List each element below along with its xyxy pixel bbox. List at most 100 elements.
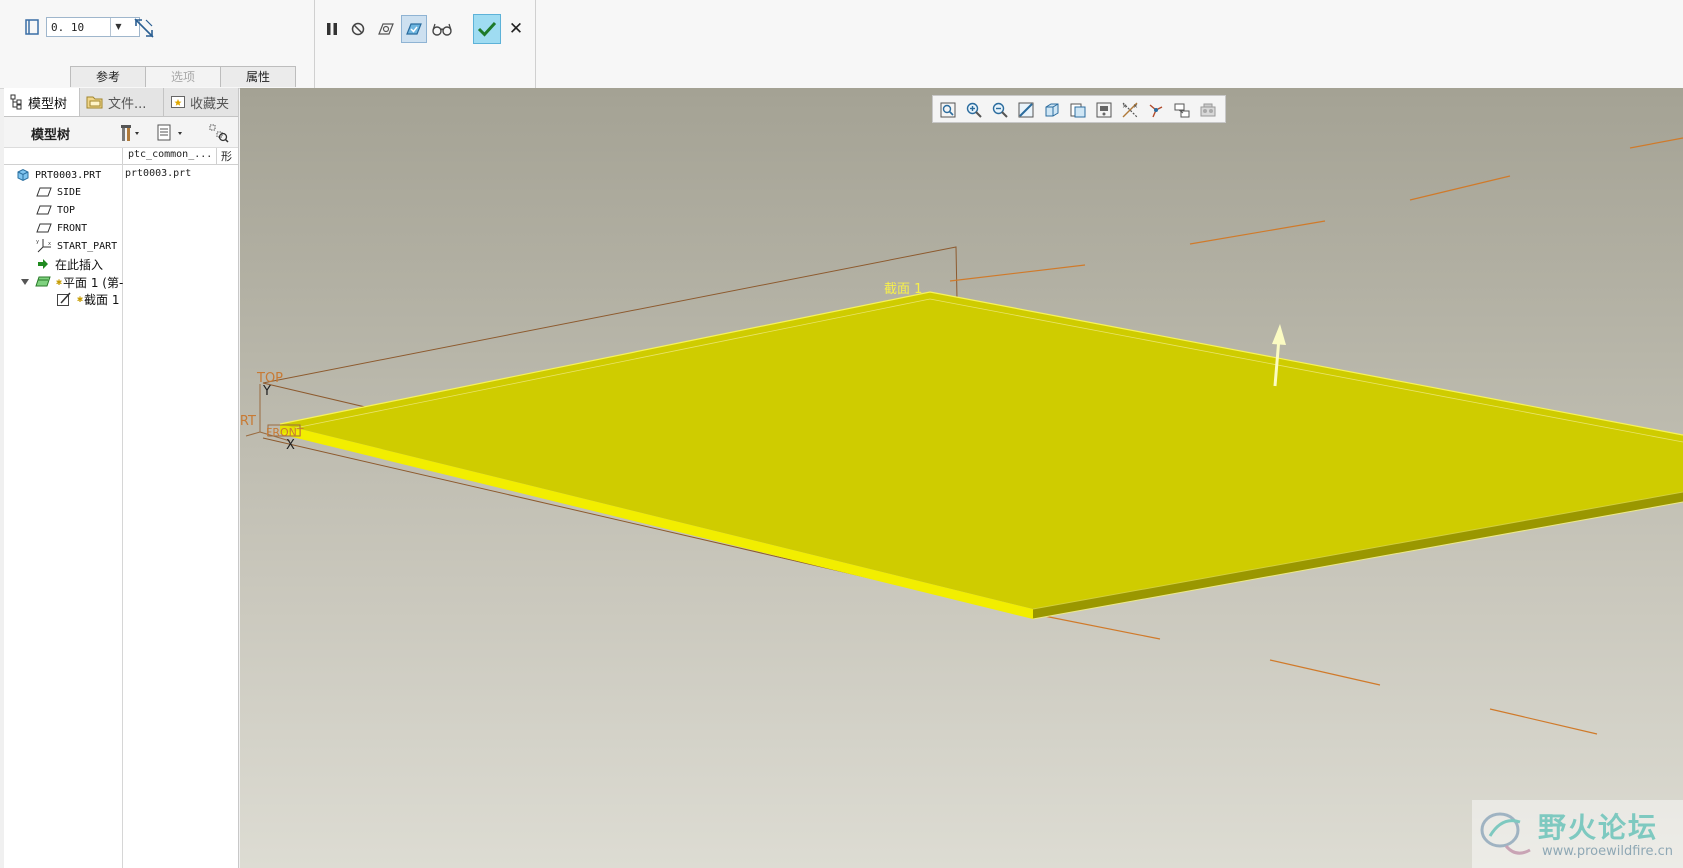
watermark-url: www.proewildfire.cn: [1542, 844, 1673, 859]
watermark-title: 野火论坛: [1538, 811, 1659, 844]
zoom-out-icon[interactable]: [991, 101, 1009, 119]
datum-display-icon[interactable]: × ×: [1121, 101, 1139, 119]
sketch-icon: [57, 292, 71, 306]
tree-item-common-name: prt0003.prt: [125, 168, 192, 179]
tree-item-section[interactable]: ✱ 截面 1: [56, 290, 119, 308]
cancel-button[interactable]: ✕: [503, 15, 529, 43]
coordinate-system-icon: yx: [36, 239, 51, 253]
flip-direction-icon[interactable]: [132, 16, 156, 40]
tree-item-side[interactable]: SIDE: [36, 183, 81, 201]
svg-text:y: y: [36, 239, 39, 245]
tab-model-tree[interactable]: 模型树: [4, 88, 80, 116]
tree-item-front[interactable]: FRONT: [36, 219, 87, 237]
svg-text:x: x: [48, 241, 51, 247]
datum-part-label: PART: [240, 414, 256, 429]
tree-item-label: PRT0003.PRT: [35, 169, 102, 181]
tree-item-insert-here[interactable]: 在此插入: [36, 255, 103, 273]
tree-item-label: 在此插入: [55, 257, 104, 272]
preview-button[interactable]: [373, 15, 399, 43]
axis-x-label: X: [286, 438, 295, 453]
plate-top-face: [280, 292, 1683, 609]
tree-item-label: 截面 1: [84, 292, 120, 307]
verify-preview-icon: [406, 23, 422, 35]
tree-settings-icon[interactable]: [120, 123, 142, 143]
glasses-button[interactable]: [429, 15, 455, 43]
view-manager-icon[interactable]: [1095, 101, 1113, 119]
thickness-dropdown-button[interactable]: ▼: [110, 18, 126, 36]
no-preview-icon: [351, 22, 365, 36]
favorites-icon: [171, 96, 185, 108]
pause-button[interactable]: [319, 15, 345, 43]
checkmark-icon: [477, 21, 497, 37]
thicken-icon: [25, 19, 39, 35]
no-preview-button[interactable]: [345, 15, 371, 43]
regen-star-icon: ✱: [77, 293, 84, 305]
tab-favorites[interactable]: 收藏夹: [164, 88, 238, 116]
tab-files-label: 文件...: [108, 96, 147, 112]
expand-arrow-icon[interactable]: [20, 277, 30, 287]
tree-item-label: FRONT: [57, 222, 88, 234]
datum-front-label: FRONT: [266, 426, 304, 439]
tree-item-surface-feature[interactable]: ✱ 平面 1 (第-: [20, 273, 123, 291]
watermark-logo-icon: [1480, 812, 1531, 855]
tab-model-tree-label: 模型树: [28, 96, 68, 112]
tree-column-header: ptc_common_... 形: [4, 148, 238, 165]
model-tree-navigator: 模型树 文件... 收藏夹 模型树 ptc_common_... 形 PRT00…: [4, 88, 239, 868]
datum-plane-icon: [36, 223, 52, 233]
tree-column-separator: [122, 164, 123, 868]
tab-options: 选项: [145, 66, 221, 87]
tree-item-top[interactable]: TOP: [36, 201, 75, 219]
svg-text:×: ×: [1122, 103, 1127, 110]
tree-column-third[interactable]: 形: [216, 148, 238, 164]
folder-icon: [86, 96, 103, 109]
dashboard-tab-strip: 参考 选项 属性: [70, 66, 296, 88]
forum-watermark: 野火论坛 www.proewildfire.cn: [1472, 800, 1683, 868]
dashboard-control-panel: ✕: [315, 0, 536, 88]
show-options-icon[interactable]: [156, 123, 190, 143]
datum-plane-icon: [36, 187, 52, 197]
tree-column-common-name[interactable]: ptc_common_...: [128, 149, 212, 160]
feature-dashboard: ▼ 参考 选项 属性 ✕: [0, 0, 1683, 89]
annotation-display-icon[interactable]: [1173, 101, 1191, 119]
zoom-in-icon[interactable]: [965, 101, 983, 119]
saved-views-icon[interactable]: [1069, 101, 1087, 119]
datum-plane-icon: [36, 205, 52, 215]
repaint-icon[interactable]: [1017, 101, 1035, 119]
pause-icon: [327, 23, 337, 35]
verify-preview-button[interactable]: [401, 15, 427, 43]
tree-item-label: 平面 1 (第-: [63, 275, 124, 290]
glasses-icon: [432, 23, 452, 36]
spin-center-icon[interactable]: [1147, 101, 1165, 119]
preview-icon: [378, 23, 394, 35]
view-toolbar: × ×: [932, 95, 1226, 123]
tab-references[interactable]: 参考: [70, 66, 146, 87]
tab-files[interactable]: 文件...: [80, 88, 164, 116]
tab-favorites-label: 收藏夹: [190, 96, 230, 112]
appearance-icon[interactable]: [1199, 101, 1217, 119]
refit-icon[interactable]: [939, 101, 957, 119]
tree-item-label: START_PART: [57, 240, 118, 252]
svg-text:×: ×: [1133, 103, 1138, 110]
regen-star-icon: ✱: [56, 276, 63, 288]
insert-here-arrow-icon: [38, 259, 48, 269]
axis-y-label: Y: [262, 384, 271, 399]
model-tree-title: 模型树: [31, 128, 71, 143]
model-viewport[interactable]: 截面 1 TOP PART FRONT Y Z X: [240, 88, 1683, 868]
accept-button[interactable]: [473, 14, 501, 44]
tree-filter-icon[interactable]: [208, 123, 230, 143]
display-style-icon[interactable]: [1043, 101, 1061, 119]
part-icon: [17, 168, 29, 182]
tree-item-start-part[interactable]: yx START_PART: [36, 237, 117, 255]
graphics-window[interactable]: 截面 1 TOP PART FRONT Y Z X ×× 野火论坛 www.pr…: [240, 88, 1683, 868]
tree-item-part[interactable]: PRT0003.PRT: [16, 166, 101, 184]
tab-properties[interactable]: 属性: [220, 66, 296, 87]
surface-feature-icon: [35, 276, 51, 287]
navigator-tab-strip: 模型树 文件... 收藏夹: [4, 88, 238, 117]
model-tree-icon: [10, 94, 22, 110]
tree-column-name[interactable]: [4, 148, 123, 164]
tree-item-label: SIDE: [57, 186, 82, 198]
dashboard-options-panel: ▼ 参考 选项 属性: [4, 0, 315, 88]
model-tree-toolbar: 模型树: [4, 117, 238, 148]
section-label: 截面 1: [884, 282, 922, 297]
tree-item-label: TOP: [57, 204, 76, 216]
